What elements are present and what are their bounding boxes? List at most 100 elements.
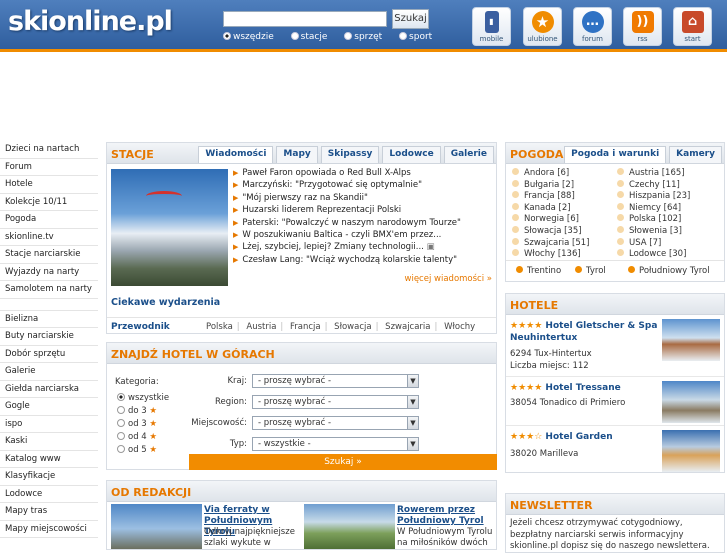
nav-item[interactable]: Hotele [0, 176, 98, 194]
nav-item[interactable]: Forum [0, 159, 98, 176]
nav-item[interactable]: Kolekcje 10/11 [0, 194, 98, 211]
region-select[interactable]: - proszę wybrać - ▼ [252, 395, 419, 409]
nav-item[interactable]: Galerie [0, 363, 98, 381]
category-radio-to3[interactable]: do 3 ★ [117, 406, 157, 416]
town-label: Miejscowość: [191, 418, 247, 428]
guide-link[interactable]: Austria [246, 322, 276, 332]
nav-item[interactable]: Stacje narciarskie [0, 246, 98, 264]
nav-item[interactable]: Klasyfikacje [0, 468, 98, 486]
news-item[interactable]: ▶ Marczyński: "Przygotować się optymalnie… [233, 179, 495, 191]
hotel-photo[interactable] [662, 319, 720, 361]
category-radio-from3[interactable]: od 3 ★ [117, 419, 157, 429]
favorites-button[interactable]: ★ ulubione [523, 7, 562, 46]
editorial-link[interactable]: Rowerem przez Południowy Tyrol [397, 505, 495, 527]
events-heading[interactable]: Ciekawe wydarzenia [111, 297, 220, 308]
nav-item[interactable]: Giełda narciarska [0, 381, 98, 398]
nav-item[interactable]: Dobór sprzętu [0, 346, 98, 363]
nav-item[interactable]: Katalog www [0, 451, 98, 468]
guide-link[interactable]: Polska [206, 322, 233, 332]
guide-link[interactable]: Słowacja [334, 322, 371, 332]
nav-item[interactable]: Mapy miejscowości [0, 521, 98, 538]
hotel-photo[interactable] [662, 430, 720, 472]
nav-item[interactable]: Mapy tras [0, 503, 98, 521]
hotel-search-button[interactable]: Szukaj » [189, 454, 497, 470]
site-logo[interactable]: skionline.pl [8, 6, 173, 37]
tab-galleries[interactable]: Galerie [443, 146, 494, 163]
tab-weather-conditions[interactable]: Pogoda i warunki [564, 146, 667, 163]
mobile-button[interactable]: ▮ mobile [472, 7, 511, 46]
nav-item[interactable]: Wyjazdy na narty [0, 264, 98, 281]
hotel-name-link[interactable]: ★★★★ Hotel Tressane [510, 382, 660, 394]
weather-country-link[interactable]: Słowacja [35] [512, 225, 589, 238]
weather-country-link[interactable]: Francja [88] [512, 191, 589, 203]
guide-link[interactable]: Włochy [444, 322, 475, 332]
news-item[interactable]: ▶ Huzarski liderem Reprezentacji Polski [233, 204, 495, 216]
search-button[interactable]: Szukaj [392, 9, 429, 29]
category-radio-all[interactable]: wszystkie [117, 393, 169, 403]
weather-country-link[interactable]: Lodowce [30] [617, 249, 690, 261]
hotel-name-link[interactable]: ★★★☆ Hotel Garden [510, 431, 660, 443]
weather-country-link[interactable]: Austria [165] [617, 168, 690, 180]
nav-item[interactable]: ispo [0, 416, 98, 433]
nav-item[interactable]: Gogle [0, 398, 98, 416]
weather-country-link[interactable]: Czechy [11] [617, 179, 690, 192]
news-item[interactable]: ▶ "Mój pierwszy raz na Skandii" [233, 192, 495, 204]
paraglider-photo[interactable] [111, 169, 228, 286]
town-select[interactable]: - proszę wybrać - ▼ [252, 416, 419, 430]
weather-country-link[interactable]: Andora [6] [512, 168, 589, 180]
via-ferrata-photo[interactable] [111, 504, 202, 549]
weather-country-link[interactable]: USA [7] [617, 237, 690, 250]
home-button[interactable]: ⌂ start [673, 7, 712, 46]
bike-tyrol-photo[interactable] [304, 504, 395, 549]
tab-glaciers[interactable]: Lodowce [382, 146, 441, 163]
news-item[interactable]: ▶ Czesław Lang: "Wciąż wychodzą kolarskie… [233, 254, 495, 266]
hotel-name-link[interactable]: ★★★★ Hotel Gletscher & Spa Neuhintertux [510, 320, 660, 344]
scope-everywhere[interactable]: wszędzie [223, 32, 274, 42]
scope-gear[interactable]: sprzęt [344, 32, 382, 42]
news-item[interactable]: ▶ W poszukiwaniu Baltica - czyli BMX'em p… [233, 229, 495, 241]
search-input[interactable] [223, 11, 387, 27]
tab-cameras[interactable]: Kamery [669, 146, 722, 163]
hotel-item[interactable]: ★★★★ Hotel Gletscher & Spa Neuhintertux … [506, 316, 724, 377]
weather-country-link[interactable]: Bułgaria [2] [512, 179, 589, 192]
nav-item[interactable]: Kaski [0, 433, 98, 451]
weather-region-link[interactable]: Tyrol [575, 266, 606, 276]
tab-maps[interactable]: Mapy [276, 146, 318, 163]
hotel-item[interactable]: ★★★★ Hotel Tressane 38054 Tonadico di Pr… [506, 378, 724, 426]
more-news-link[interactable]: więcej wiadomości » [405, 274, 492, 284]
weather-country-link[interactable]: Szwajcaria [51] [512, 237, 589, 250]
forum-button[interactable]: … forum [573, 7, 612, 46]
guide-link[interactable]: Szwajcaria [385, 322, 430, 332]
hotel-photo[interactable] [662, 381, 720, 423]
nav-item[interactable]: Samolotem na narty [0, 281, 98, 299]
weather-country-link[interactable]: Hiszpania [23] [617, 191, 690, 203]
hotel-item[interactable]: ★★★☆ Hotel Garden 38020 Marilleva [506, 427, 724, 473]
guide-link[interactable]: Francja [290, 322, 321, 332]
news-item[interactable]: ▶ Paweł Faron opowiada o Red Bull X-Alps [233, 167, 495, 179]
nav-item[interactable]: Buty narciarskie [0, 328, 98, 346]
weather-region-link[interactable]: Trentino [516, 266, 561, 276]
weather-country-link[interactable]: Norwegia [6] [512, 214, 589, 226]
category-radio-from4[interactable]: od 4 ★ [117, 432, 157, 442]
nav-item[interactable]: Pogoda [0, 211, 98, 229]
rss-button[interactable]: )) rss [623, 7, 662, 46]
weather-country-link[interactable]: Kanada [2] [512, 202, 589, 215]
weather-country-link[interactable]: Słowenia [3] [617, 225, 690, 238]
tab-skipasses[interactable]: Skipassy [320, 146, 380, 163]
weather-country-link[interactable]: Niemcy [64] [617, 202, 690, 215]
nav-item[interactable]: Lodowce [0, 486, 98, 503]
weather-country-link[interactable]: Włochy [136] [512, 249, 589, 261]
type-select[interactable]: - wszystkie - ▼ [252, 437, 419, 451]
news-item[interactable]: ▶ Paterski: "Powalczyć w naszym narodowym… [233, 217, 495, 229]
nav-item[interactable]: Dzieci na nartach [0, 141, 98, 159]
category-radio-from5[interactable]: od 5 ★ [117, 445, 157, 455]
nav-item[interactable]: Bielizna [0, 311, 98, 328]
weather-region-link[interactable]: Południowy Tyrol [628, 266, 710, 276]
weather-country-link[interactable]: Polska [102] [617, 214, 690, 226]
tab-news[interactable]: Wiadomości [198, 146, 274, 163]
nav-item[interactable]: skionline.tv [0, 229, 98, 246]
news-item[interactable]: ▶ Lżej, szybciej, lepiej? Zmiany technolo… [233, 241, 495, 253]
country-select[interactable]: - proszę wybrać - ▼ [252, 374, 419, 388]
scope-stations[interactable]: stacje [290, 32, 327, 42]
scope-sport[interactable]: sport [399, 32, 432, 42]
